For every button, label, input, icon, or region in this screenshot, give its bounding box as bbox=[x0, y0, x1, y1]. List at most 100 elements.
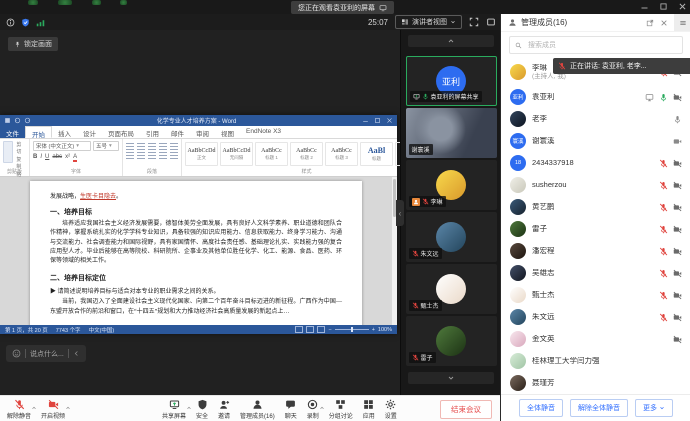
security-shield-icon[interactable] bbox=[21, 18, 30, 27]
member-status-icons[interactable] bbox=[659, 269, 682, 278]
meeting-info-bar: 25:07 演讲者视图 bbox=[0, 14, 500, 30]
close-icon[interactable] bbox=[677, 1, 687, 11]
end-meeting-button[interactable]: 结束会议 bbox=[440, 400, 492, 419]
collapse-strip-button[interactable] bbox=[408, 35, 494, 47]
mic-off-icon bbox=[659, 203, 668, 212]
toolbar-record[interactable]: 录制 bbox=[302, 396, 324, 421]
screen-share-icon bbox=[413, 93, 420, 100]
members-panel: 管理成员(16) 李琳(主持人, 我)亚利袁亚利老李寰溪谢寰溪182434337… bbox=[500, 14, 690, 421]
word-word-count: 7743 个字 bbox=[56, 326, 81, 334]
member-row[interactable]: 桂林理工大学闫力强 bbox=[501, 350, 690, 372]
member-row[interactable]: 黄艺鹏 bbox=[501, 196, 690, 218]
close-panel-icon[interactable] bbox=[660, 19, 668, 27]
member-row[interactable]: 潘宏程 bbox=[501, 240, 690, 262]
member-status-icons[interactable] bbox=[659, 313, 682, 322]
video-tile[interactable]: 朱文远 bbox=[406, 212, 497, 262]
toolbar-chat[interactable]: 聊天 bbox=[280, 396, 302, 421]
style-chip: AaBbCc标题 2 bbox=[290, 142, 323, 166]
layout-toggle-icon[interactable] bbox=[486, 17, 496, 27]
ribbon-group-clipboard: 剪切复制格式刷 剪贴板 bbox=[0, 139, 30, 176]
member-row[interactable]: 甄士杰 bbox=[501, 284, 690, 306]
members-list: 李琳(主持人, 我)亚利袁亚利老李寰溪谢寰溪182434337918susher… bbox=[501, 58, 690, 395]
speaking-toast-text: 正在讲话: 袁亚利, 老李... bbox=[570, 61, 647, 71]
mic-muted-icon bbox=[558, 62, 566, 70]
toolbar-breakout[interactable]: 分组讨论 bbox=[324, 396, 358, 421]
avatar bbox=[510, 331, 526, 347]
member-name: 袁亚利 bbox=[532, 93, 555, 102]
word-tab-邮件: 邮件 bbox=[165, 126, 190, 138]
word-tab-插入: 插入 bbox=[52, 126, 77, 138]
member-status-icons[interactable] bbox=[659, 225, 682, 234]
more-button[interactable]: 更多 bbox=[635, 399, 673, 417]
member-status-icons[interactable] bbox=[659, 291, 682, 300]
panel-menu-tab[interactable] bbox=[674, 14, 690, 31]
panel-footer-button[interactable]: 解除全体静音 bbox=[570, 399, 628, 417]
member-row[interactable]: 亚利袁亚利 bbox=[501, 86, 690, 108]
meeting-info-icon[interactable] bbox=[6, 18, 15, 27]
toolbar-cam-off[interactable]: 开启视频 bbox=[36, 396, 70, 421]
chat-placeholder[interactable]: 说点什么... bbox=[30, 349, 64, 359]
toolbar-shield[interactable]: 安全 bbox=[191, 396, 213, 421]
member-status-icons[interactable] bbox=[659, 181, 682, 190]
toolbar-share-screen[interactable]: 共享屏幕 bbox=[157, 396, 191, 421]
member-row[interactable]: 182434337918 bbox=[501, 152, 690, 174]
avatar bbox=[510, 287, 526, 303]
view-mode-select[interactable]: 演讲者视图 bbox=[395, 15, 462, 29]
video-tile[interactable]: 雷子 bbox=[406, 316, 497, 366]
popout-panel-icon[interactable] bbox=[646, 19, 654, 27]
mic-off-icon bbox=[659, 291, 668, 300]
ribbon-group-styles: AaBbCcDd正文AaBbCcDd无间隔AaBbCc标题 1AaBbCc标题 … bbox=[182, 139, 400, 176]
pin-view-button[interactable]: 锁定画面 bbox=[8, 37, 58, 51]
member-row[interactable]: 雷子 bbox=[501, 218, 690, 240]
fullscreen-icon[interactable] bbox=[469, 17, 479, 27]
member-row[interactable]: susherzou bbox=[501, 174, 690, 196]
video-tile[interactable]: 亚利袁亚利的屏幕共享 bbox=[406, 56, 497, 106]
member-row[interactable]: 金文英 bbox=[501, 328, 690, 350]
style-chip: AaBbCc标题 3 bbox=[325, 142, 358, 166]
toolbar-apps[interactable]: 应用 bbox=[358, 396, 380, 421]
member-search-input[interactable] bbox=[526, 41, 677, 50]
toolbar-label: 解除静音 bbox=[7, 411, 31, 420]
chat-quick-input[interactable]: 说点什么... bbox=[6, 345, 86, 362]
emoji-icon[interactable] bbox=[12, 349, 21, 358]
member-row[interactable]: 朱文远 bbox=[501, 306, 690, 328]
member-row[interactable]: 老李 bbox=[501, 108, 690, 130]
toolbar-gear[interactable]: 设置 bbox=[380, 396, 402, 421]
collapse-left-icon[interactable] bbox=[73, 350, 80, 357]
member-status-icons[interactable] bbox=[645, 93, 682, 102]
member-status-icons[interactable] bbox=[673, 115, 682, 124]
member-row[interactable]: 吴雄志 bbox=[501, 262, 690, 284]
member-status-icons[interactable] bbox=[659, 203, 682, 212]
cam-off-icon bbox=[673, 203, 682, 212]
maximize-icon[interactable] bbox=[658, 1, 668, 11]
chevron-up-icon[interactable] bbox=[65, 398, 71, 416]
panel-footer-button[interactable]: 全体静音 bbox=[519, 399, 563, 417]
toolbar-members[interactable]: 管理成员(16) bbox=[235, 396, 280, 421]
video-tile[interactable]: 李琳 bbox=[406, 160, 497, 210]
member-name: 朱文远 bbox=[532, 313, 555, 322]
mic-icon bbox=[659, 93, 668, 102]
minimize-icon[interactable] bbox=[639, 1, 649, 11]
video-tile[interactable]: 谢寰溪 bbox=[406, 108, 497, 158]
toolbar-mic-off[interactable]: 解除静音 bbox=[2, 396, 36, 421]
toolbar-label: 聊天 bbox=[285, 411, 297, 420]
member-row[interactable]: 聂瑾芳 bbox=[501, 372, 690, 394]
style-chip: AaBbCc标题 1 bbox=[255, 142, 288, 166]
member-search-box[interactable] bbox=[509, 36, 683, 54]
member-status-icons[interactable] bbox=[673, 137, 682, 146]
doc-paragraph-2: 当前，我国迈入了全面建设社会主义现代化国家、向第二个百年奋斗目标迈进的新征程。广… bbox=[50, 298, 342, 317]
word-tab-页面布局: 页面布局 bbox=[102, 126, 140, 138]
strip-collapse-handle[interactable]: ‹ bbox=[396, 200, 404, 226]
toolbar-label: 录制 bbox=[307, 411, 319, 420]
cam-icon bbox=[673, 137, 682, 146]
video-tile[interactable]: 甄士杰 bbox=[406, 264, 497, 314]
member-row[interactable]: 寰溪谢寰溪 bbox=[501, 130, 690, 152]
member-status-icons[interactable] bbox=[673, 335, 682, 344]
doc-heading-1: 一、培养目标 bbox=[50, 207, 342, 217]
toolbar-invite[interactable]: 邀请 bbox=[213, 396, 235, 421]
toolbar-label: 安全 bbox=[196, 411, 208, 420]
member-status-icons[interactable] bbox=[659, 159, 682, 168]
member-status-icons[interactable] bbox=[659, 247, 682, 256]
scroll-strip-down-button[interactable] bbox=[408, 372, 494, 384]
cam-off-icon bbox=[673, 225, 682, 234]
